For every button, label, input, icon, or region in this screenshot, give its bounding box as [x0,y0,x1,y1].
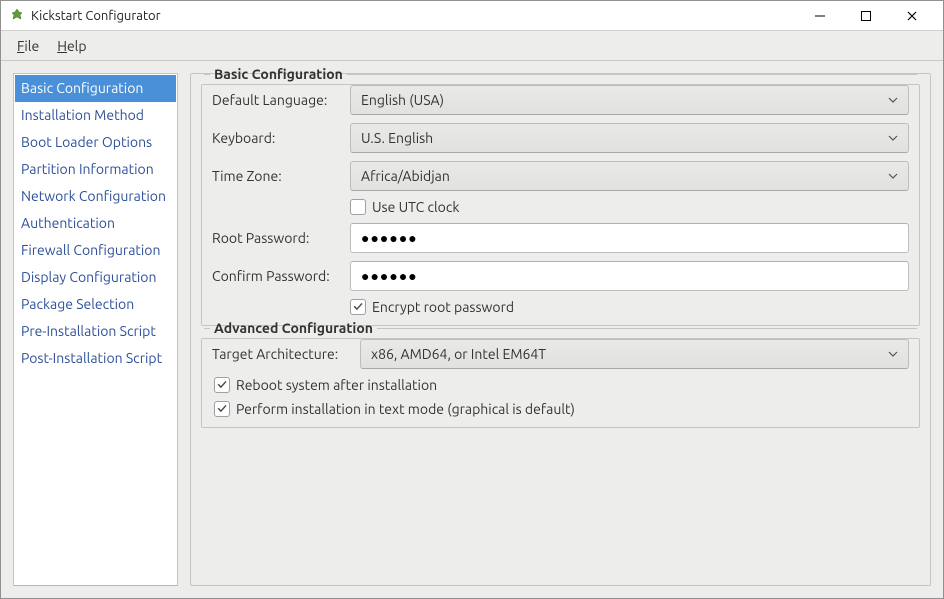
chevron-down-icon [888,351,898,357]
reboot-label: Reboot system after installation [236,377,437,393]
sidebar-item-firewall-configuration[interactable]: Firewall Configuration [15,237,176,264]
sidebar-item-basic-configuration[interactable]: Basic Configuration [15,75,176,102]
textmode-row[interactable]: Perform installation in text mode (graph… [214,401,909,417]
encrypt-root-label: Encrypt root password [372,299,514,315]
default-language-combo[interactable]: English (USA) [350,85,909,115]
titlebar: Kickstart Configurator [1,1,943,31]
use-utc-checkbox[interactable] [350,199,366,215]
sidebar-item-package-selection[interactable]: Package Selection [15,291,176,318]
default-language-value: English (USA) [361,92,444,108]
sidebar-item-authentication[interactable]: Authentication [15,210,176,237]
menubar: File Help [1,31,943,61]
app-window: Kickstart Configurator File Help Basic C… [0,0,944,599]
spacer [201,440,920,575]
target-arch-label: Target Architecture: [212,346,352,362]
sidebar-item-installation-method[interactable]: Installation Method [15,102,176,129]
keyboard-label: Keyboard: [212,130,342,146]
confirm-password-input[interactable]: ●●●●●● [350,261,909,291]
timezone-value: Africa/Abidjan [361,168,450,184]
keyboard-value: U.S. English [361,130,433,146]
textmode-label: Perform installation in text mode (graph… [236,401,575,417]
sidebar: Basic Configuration Installation Method … [13,73,178,586]
close-button[interactable] [889,1,935,31]
app-icon [9,8,25,24]
main-panel: Basic Configuration Default Language: En… [190,73,931,586]
encrypt-root-checkbox[interactable] [350,299,366,315]
sidebar-item-boot-loader-options[interactable]: Boot Loader Options [15,129,176,156]
reboot-row[interactable]: Reboot system after installation [214,377,909,393]
encrypt-root-row[interactable]: Encrypt root password [350,299,514,315]
timezone-combo[interactable]: Africa/Abidjan [350,161,909,191]
advanced-config-group: Advanced Configuration Target Architectu… [201,338,920,428]
reboot-checkbox[interactable] [214,377,230,393]
sidebar-list: Basic Configuration Installation Method … [15,75,176,372]
textmode-checkbox[interactable] [214,401,230,417]
sidebar-item-network-configuration[interactable]: Network Configuration [15,183,176,210]
confirm-password-value: ●●●●●● [361,268,418,284]
root-password-input[interactable]: ●●●●●● [350,223,909,253]
use-utc-checkbox-row[interactable]: Use UTC clock [350,199,459,215]
root-password-value: ●●●●●● [361,230,418,246]
basic-config-group: Basic Configuration Default Language: En… [201,84,920,326]
chevron-down-icon [888,173,898,179]
menu-help-label: elp [67,38,87,54]
body: Basic Configuration Installation Method … [1,61,943,598]
menu-help[interactable]: Help [49,34,94,58]
chevron-down-icon [888,97,898,103]
use-utc-label: Use UTC clock [372,199,459,215]
sidebar-item-partition-information[interactable]: Partition Information [15,156,176,183]
sidebar-item-post-installation-script[interactable]: Post-Installation Script [15,345,176,372]
window-title: Kickstart Configurator [31,9,797,23]
window-controls [797,1,935,31]
sidebar-item-pre-installation-script[interactable]: Pre-Installation Script [15,318,176,345]
confirm-password-label: Confirm Password: [212,268,342,284]
sidebar-item-display-configuration[interactable]: Display Configuration [15,264,176,291]
chevron-down-icon [888,135,898,141]
timezone-label: Time Zone: [212,168,342,184]
maximize-button[interactable] [843,1,889,31]
target-arch-combo[interactable]: x86, AMD64, or Intel EM64T [360,339,909,369]
basic-config-legend: Basic Configuration [210,66,347,82]
keyboard-combo[interactable]: U.S. English [350,123,909,153]
menu-file-label: ile [24,38,39,54]
target-arch-value: x86, AMD64, or Intel EM64T [371,346,546,362]
menu-file[interactable]: File [9,34,47,58]
root-password-label: Root Password: [212,230,342,246]
default-language-label: Default Language: [212,92,342,108]
advanced-config-legend: Advanced Configuration [210,320,377,336]
minimize-button[interactable] [797,1,843,31]
